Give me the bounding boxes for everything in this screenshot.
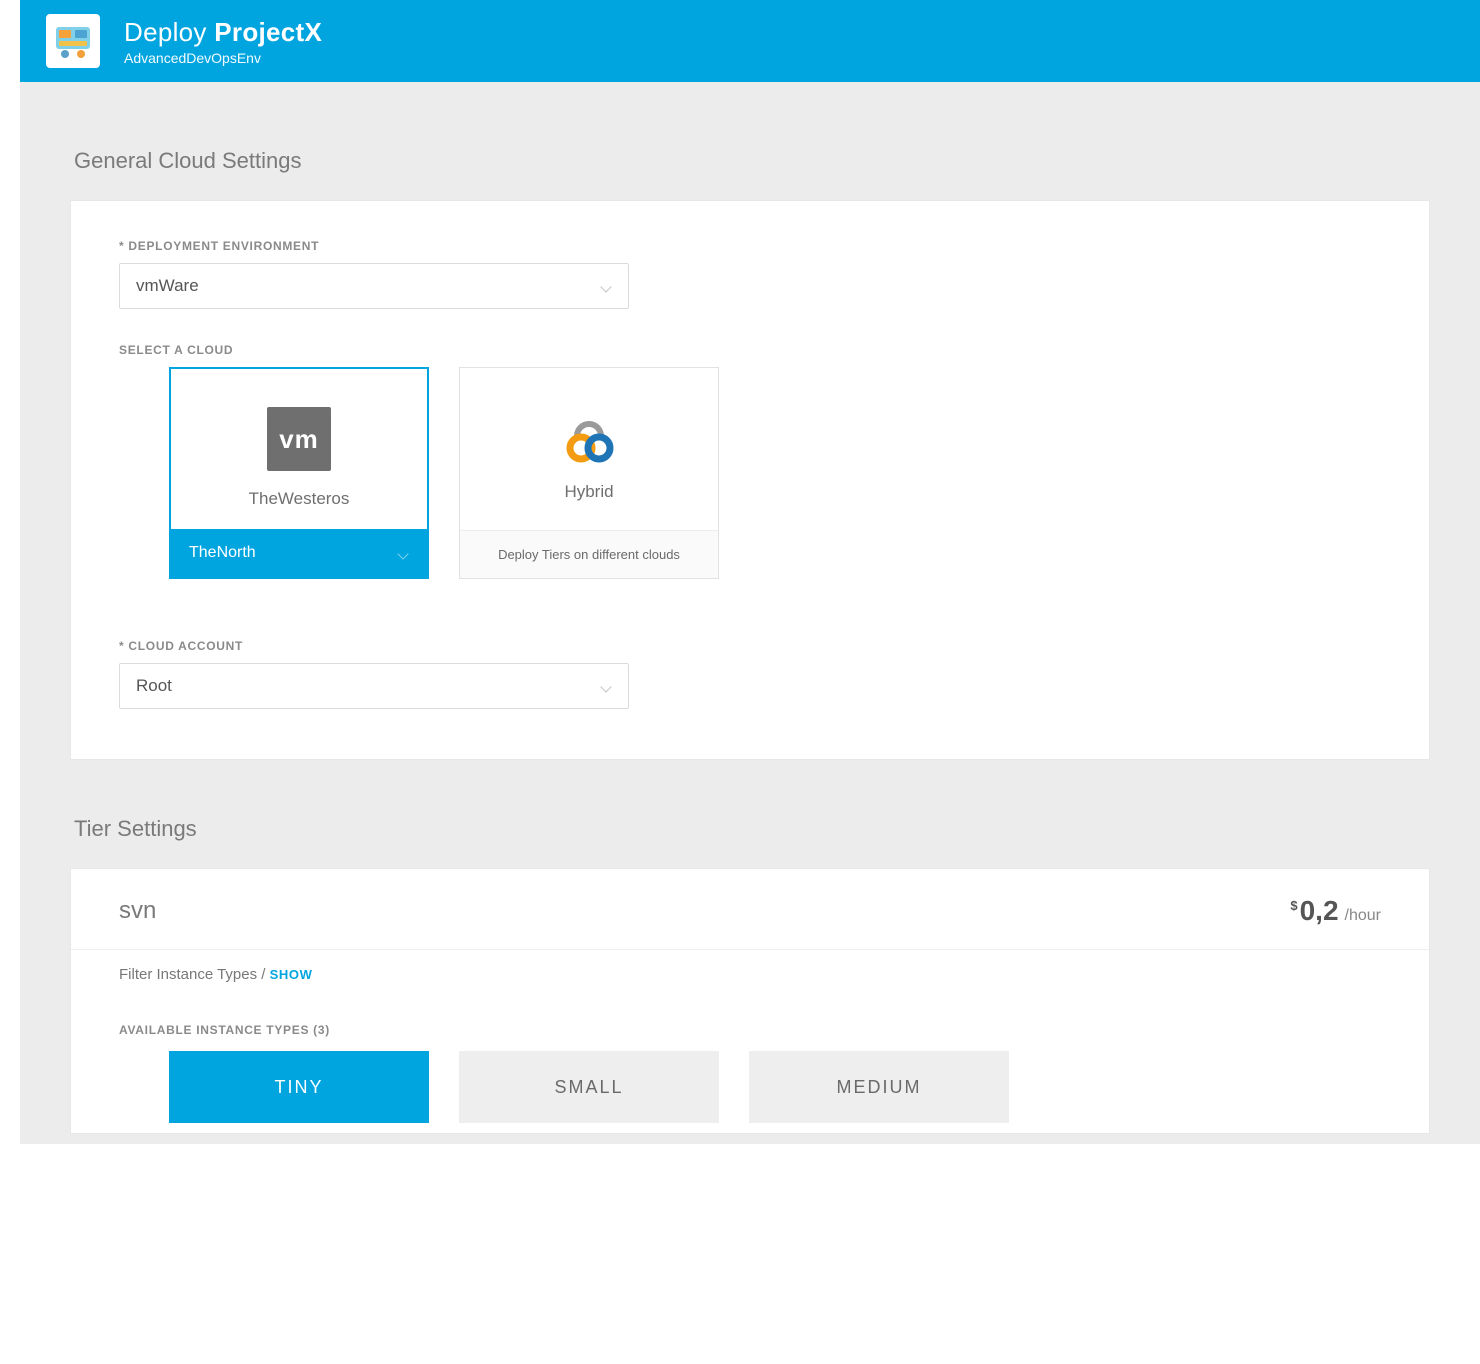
cloud-account-label: * CLOUD ACCOUNT bbox=[119, 639, 1381, 653]
cloud-card-footer: Deploy Tiers on different clouds bbox=[460, 530, 718, 578]
price-unit: /hour bbox=[1345, 907, 1381, 925]
header-title-block: Deploy ProjectX AdvancedDevOpsEnv bbox=[124, 17, 322, 66]
tier-panel: svn $ 0,2 /hour Filter Instance Types / … bbox=[70, 868, 1430, 1134]
show-link[interactable]: SHOW bbox=[270, 967, 313, 982]
price-value: 0,2 bbox=[1300, 895, 1339, 927]
app-icon bbox=[46, 14, 100, 68]
cloud-region-value: TheNorth bbox=[189, 544, 256, 562]
section-title-general: General Cloud Settings bbox=[74, 148, 1426, 174]
cloud-region-select[interactable]: TheNorth bbox=[171, 529, 427, 577]
vmware-icon: vm bbox=[267, 407, 331, 471]
tier-name: svn bbox=[119, 897, 156, 925]
select-cloud-label: SELECT A CLOUD bbox=[119, 343, 1381, 357]
deploy-env-label: * DEPLOYMENT ENVIRONMENT bbox=[119, 239, 1381, 253]
price-block: $ 0,2 /hour bbox=[1290, 895, 1381, 927]
deploy-env-value: vmWare bbox=[136, 276, 199, 296]
chevron-down-icon bbox=[399, 548, 409, 558]
hybrid-cloud-icon bbox=[557, 414, 621, 464]
price-currency: $ bbox=[1290, 898, 1297, 913]
general-panel: * DEPLOYMENT ENVIRONMENT vmWare SELECT A… bbox=[70, 200, 1430, 760]
cloud-card-body: vm TheWesteros bbox=[171, 369, 427, 529]
tier-header: svn $ 0,2 /hour bbox=[71, 869, 1429, 949]
header-subtitle: AdvancedDevOpsEnv bbox=[124, 50, 322, 66]
title-strong: ProjectX bbox=[214, 17, 322, 47]
tier-body: AVAILABLE INSTANCE TYPES (3) TINY SMALL … bbox=[71, 999, 1429, 1133]
chevron-down-icon bbox=[602, 281, 612, 291]
instance-medium-button[interactable]: MEDIUM bbox=[749, 1051, 1009, 1123]
header-bar: Deploy ProjectX AdvancedDevOpsEnv bbox=[20, 0, 1480, 82]
available-types-label: AVAILABLE INSTANCE TYPES (3) bbox=[119, 1023, 1381, 1037]
cloud-cards-row: vm TheWesteros TheNorth bbox=[169, 367, 1381, 579]
title-prefix: Deploy bbox=[124, 17, 207, 47]
cloud-card-body: Hybrid bbox=[460, 368, 718, 530]
page-title: Deploy ProjectX bbox=[124, 17, 322, 48]
cloud-card-westeros[interactable]: vm TheWesteros TheNorth bbox=[169, 367, 429, 579]
cloud-card-label: TheWesteros bbox=[249, 489, 350, 509]
cloud-card-label: Hybrid bbox=[564, 482, 613, 502]
tier-filter-row: Filter Instance Types / SHOW bbox=[71, 949, 1429, 999]
filter-label: Filter Instance Types / bbox=[119, 966, 265, 983]
cloud-card-hybrid[interactable]: Hybrid Deploy Tiers on different clouds bbox=[459, 367, 719, 579]
chevron-down-icon bbox=[602, 681, 612, 691]
cloud-account-select[interactable]: Root bbox=[119, 663, 629, 709]
cloud-account-value: Root bbox=[136, 676, 172, 696]
deploy-env-select[interactable]: vmWare bbox=[119, 263, 629, 309]
instance-tiny-button[interactable]: TINY bbox=[169, 1051, 429, 1123]
instance-row: TINY SMALL MEDIUM bbox=[169, 1051, 1381, 1123]
section-title-tier: Tier Settings bbox=[74, 816, 1426, 842]
instance-small-button[interactable]: SMALL bbox=[459, 1051, 719, 1123]
app-icon-svg bbox=[53, 21, 93, 61]
page-body: General Cloud Settings * DEPLOYMENT ENVI… bbox=[20, 82, 1480, 1144]
